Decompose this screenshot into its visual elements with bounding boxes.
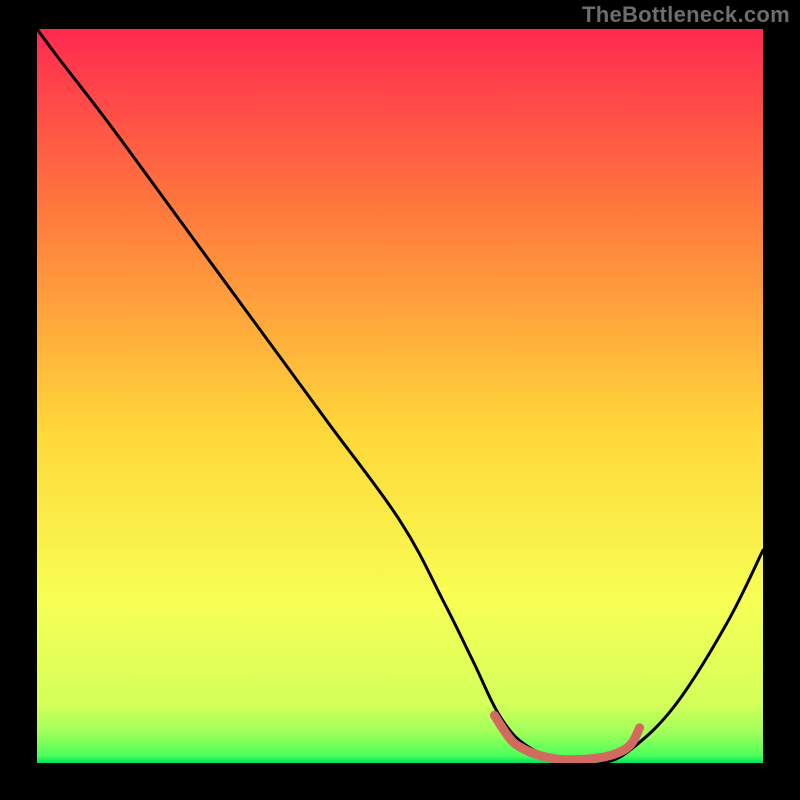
plot-area xyxy=(37,29,763,763)
gradient-background xyxy=(37,29,763,763)
chart-container: TheBottleneck.com xyxy=(0,0,800,800)
chart-svg xyxy=(37,29,763,763)
watermark-text: TheBottleneck.com xyxy=(582,2,790,28)
